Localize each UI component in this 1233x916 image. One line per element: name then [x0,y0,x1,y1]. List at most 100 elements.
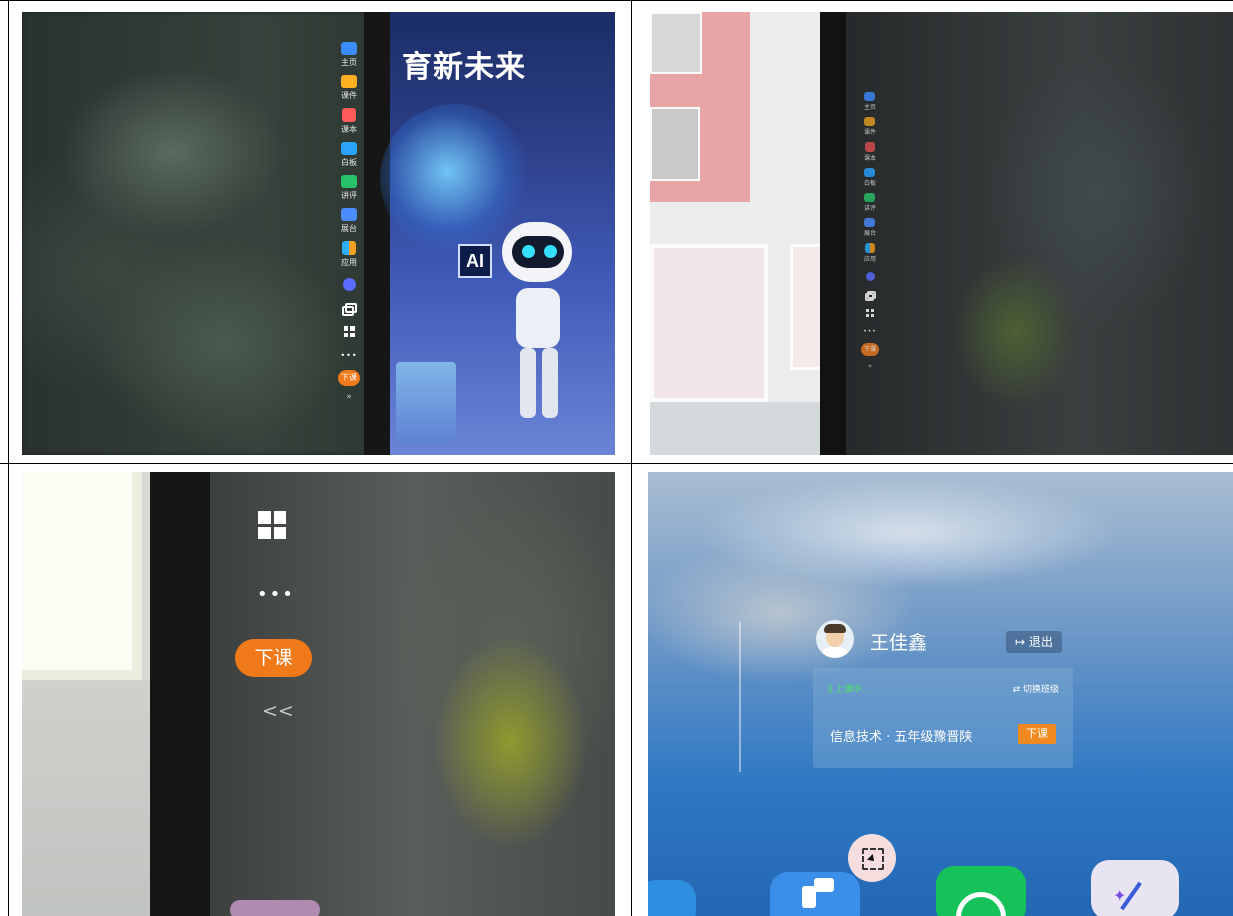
class-status-card: ⫼ 上课中... ⇄ 切换班级 信息技术 · 五年级豫晋陕 下课 [813,668,1073,768]
sidebar-item-courseware[interactable]: 课件 [864,117,876,136]
booth-icon [341,208,357,221]
sidebar-item-label: 应用 [863,256,876,263]
sidebar-item-label: 讲评 [863,205,876,212]
robot-leg-left [520,348,536,418]
app-icon-green[interactable] [936,866,1026,916]
windows-icon[interactable] [343,326,355,337]
photo-panel-2: 主页 课件 课本 白板 讲评 展台 应用 ••• 下课 « [650,12,1233,455]
grid-middle-border [0,463,1233,464]
sidebar-item-label: 主页 [863,104,876,111]
sidebar-item-booth[interactable]: 展台 [864,218,876,237]
photo-panel-1: 主页 课件 课本 白板 讲评 展台 应用 ••• 下课 » 育新未来 AI [22,12,615,455]
grid-center-border [631,0,632,916]
hologram-cube [396,362,456,442]
home-icon [341,42,357,55]
select-cursor-icon [862,848,884,870]
sidebar-item-label: 主页 [341,58,357,67]
end-class-button[interactable]: 下课 [235,639,312,677]
more-icon[interactable]: ••• [340,351,357,360]
side-toolbar: 主页 课件 课本 白板 讲评 展台 [855,92,885,370]
lower-wall [22,680,162,916]
sidebar-item-apps[interactable]: 应用 [864,243,876,263]
sidebar-item-review[interactable]: 讲评 [864,193,876,212]
sidebar-item-whiteboard[interactable]: 白板 [341,142,357,168]
windows-icon[interactable] [866,309,874,317]
course-name: 信息技术 · 五年级豫晋陕 [830,730,973,745]
end-class-button[interactable]: 下课 [1018,724,1056,744]
robot-body [516,288,560,348]
sidebar-item-textbook[interactable]: 课本 [864,142,876,162]
whiteboard-icon [341,142,357,155]
sidebar-item-booth[interactable]: 展台 [341,208,357,234]
window-sill [650,402,828,455]
sidebar-item-label: 应用 [341,258,357,267]
sidebar-item-label: 展台 [341,224,357,233]
robot-eye-right [544,245,557,258]
windows-icon[interactable] [258,511,286,539]
ai-sign: AI [458,244,492,278]
review-icon [341,175,357,188]
class-status: ⫼ 上课中... [828,685,871,695]
grid-top-border [0,0,1233,1]
building-window [650,107,700,181]
app-icon-partial [230,900,320,916]
sidebar-item-label: 展台 [863,230,876,237]
end-class-button[interactable]: 下课 [861,343,879,356]
home-icon [864,92,876,101]
sidebar-item-textbook[interactable]: 课本 [341,108,357,135]
more-icon[interactable]: ••• [257,584,295,605]
building-window [650,12,702,74]
logout-button[interactable]: ↦ 退出 [1006,631,1062,653]
screen-select-button[interactable] [848,834,896,882]
sidebar-item-apps[interactable]: 应用 [341,241,357,268]
collapse-icon[interactable]: » [346,392,352,402]
sidebar-item-label: 白板 [341,158,357,167]
review-icon [864,193,876,202]
folder-icon [341,75,357,88]
ai-poster: 育新未来 AI [380,12,615,455]
teacher-name: 王佳鑫 [870,632,928,654]
end-class-button[interactable]: 下课 [338,370,360,386]
more-icon[interactable]: ••• [863,328,877,335]
apps-icon [342,241,356,255]
booth-icon [864,218,876,227]
robot-eye-left [522,245,535,258]
sidebar-item-label: 课本 [863,155,876,162]
brain-graphic [380,104,530,254]
side-toolbar: 主页 课件 课本 白板 讲评 展台 [329,42,369,402]
sidebar-item-review[interactable]: 讲评 [341,175,357,201]
ai-assistant-icon[interactable] [342,278,356,291]
robot-leg-right [542,348,558,418]
ai-assistant-icon[interactable] [865,272,875,281]
blurred-screen [846,12,1233,455]
sidebar-item-label: 课本 [341,125,357,134]
classroom-window [22,472,142,680]
app-icon-blue[interactable] [648,880,696,916]
apps-icon [864,243,875,253]
collapse-icon[interactable]: << [262,700,294,722]
switch-class-button[interactable]: ⇄ 切换班级 [1013,682,1059,695]
sidebar-item-whiteboard[interactable]: 白板 [864,168,876,187]
panel-divider [739,622,741,772]
window-switch-icon[interactable] [342,303,357,316]
sidebar-item-courseware[interactable]: 课件 [341,75,357,101]
app-icon-booth[interactable] [770,872,860,916]
sidebar-item-label: 讲评 [341,191,357,200]
poster-headline: 育新未来 [402,50,526,85]
photo-panel-4: 王佳鑫 ↦ 退出 ⫼ 上课中... ⇄ 切换班级 信息技术 · 五年级豫晋陕 下… [648,472,1233,916]
window-switch-icon[interactable] [865,291,876,301]
sidebar-item-label: 课件 [863,129,876,136]
avatar [816,620,854,658]
sidebar-item-label: 白板 [863,180,876,187]
collapse-icon[interactable]: « [868,362,872,370]
book-icon [342,108,356,122]
sidebar-item-label: 课件 [341,91,357,100]
book-icon [864,142,875,152]
photo-panel-3: ••• 下课 << [22,472,615,916]
sidebar-item-home[interactable]: 主页 [864,92,876,111]
folder-icon [864,117,876,126]
monitor-bezel [150,472,214,916]
app-icon-magic[interactable]: ✦ [1091,860,1179,916]
sidebar-item-home[interactable]: 主页 [341,42,357,68]
grid-left-border [8,0,9,916]
